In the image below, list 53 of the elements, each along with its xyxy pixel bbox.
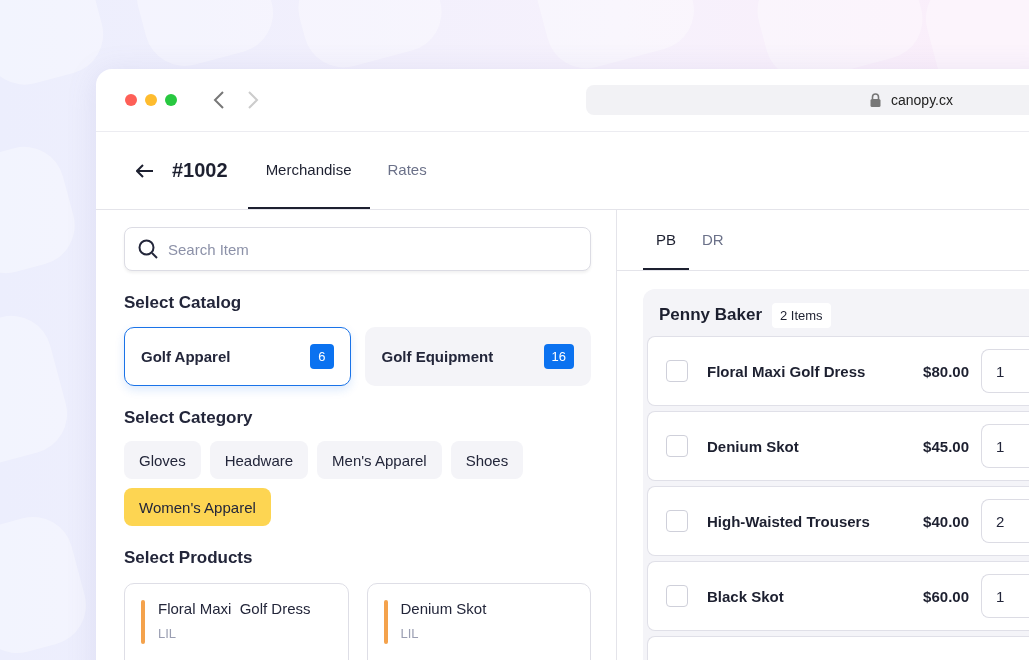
section-heading: Select Catalog <box>124 293 243 313</box>
back-icon[interactable] <box>213 91 225 109</box>
product-card[interactable]: Denium Skot LIL <box>366 583 591 660</box>
quantity-field[interactable]: 2 <box>981 499 1029 543</box>
category-chip[interactable]: Men's Apparel <box>317 441 442 479</box>
accent-bar <box>141 600 145 644</box>
tab[interactable]: Merchandise <box>247 132 370 209</box>
minimize-icon[interactable] <box>145 94 157 106</box>
item-price: $60.00 <box>922 587 969 605</box>
accent-bar <box>383 600 388 644</box>
item-price: $40.00 <box>922 512 969 530</box>
category-chip[interactable]: Headware <box>209 441 309 479</box>
forward-icon[interactable] <box>247 91 259 109</box>
customer-tab[interactable]: DR <box>689 210 737 270</box>
lock-icon <box>870 93 881 107</box>
category-chip[interactable]: Women's Apparel <box>124 488 271 526</box>
customer-name: Penny Baker <box>659 305 762 325</box>
item-price: $45.00 <box>922 437 969 455</box>
address-bar[interactable]: canopy.cx <box>586 85 1029 115</box>
checkbox[interactable] <box>666 585 688 607</box>
search-icon <box>138 239 158 259</box>
checkbox[interactable] <box>666 435 688 457</box>
item-name: Black Skot <box>707 587 785 605</box>
catalog-card[interactable]: Golf Apparel 6 <box>124 327 351 386</box>
product-code: LIL <box>400 626 420 641</box>
close-icon[interactable] <box>125 94 137 106</box>
quantity-field[interactable]: 1 <box>981 349 1029 393</box>
category-chip[interactable]: Shoes <box>450 441 524 479</box>
checkbox[interactable] <box>666 510 688 532</box>
item-name: Floral Maxi Golf Dress <box>707 362 867 380</box>
quantity-field[interactable]: 1 <box>981 424 1029 468</box>
product-name: Floral Maxi Golf Dress <box>158 600 311 617</box>
back-arrow-icon[interactable] <box>136 163 154 178</box>
item-count-badge: 2 Items <box>772 302 831 328</box>
maximize-icon[interactable] <box>165 94 177 106</box>
section-heading: Select Category <box>124 408 254 428</box>
quantity-field[interactable]: 1 <box>981 574 1029 618</box>
category-chip[interactable]: Gloves <box>124 441 201 479</box>
section-heading: Select Products <box>124 548 254 568</box>
product-name: Denium Skot <box>400 600 487 617</box>
search-field[interactable]: Search Item <box>124 227 591 271</box>
catalog-card[interactable]: Golf Equipment 16 <box>364 327 591 386</box>
order-title: #1002 <box>172 159 228 182</box>
item-name: Denium Skot <box>707 437 800 455</box>
customer-tab[interactable]: PB <box>643 210 689 270</box>
checkbox[interactable] <box>666 360 688 382</box>
item-name: High-Waisted Trousers <box>707 512 871 530</box>
product-card[interactable]: Floral Maxi Golf Dress LIL <box>124 583 349 660</box>
count-badge: 6 <box>310 344 334 369</box>
product-code: LIL <box>158 626 178 641</box>
count-badge: 16 <box>543 344 574 369</box>
tab[interactable]: Rates <box>369 132 445 209</box>
item-price: $80.00 <box>922 362 969 380</box>
